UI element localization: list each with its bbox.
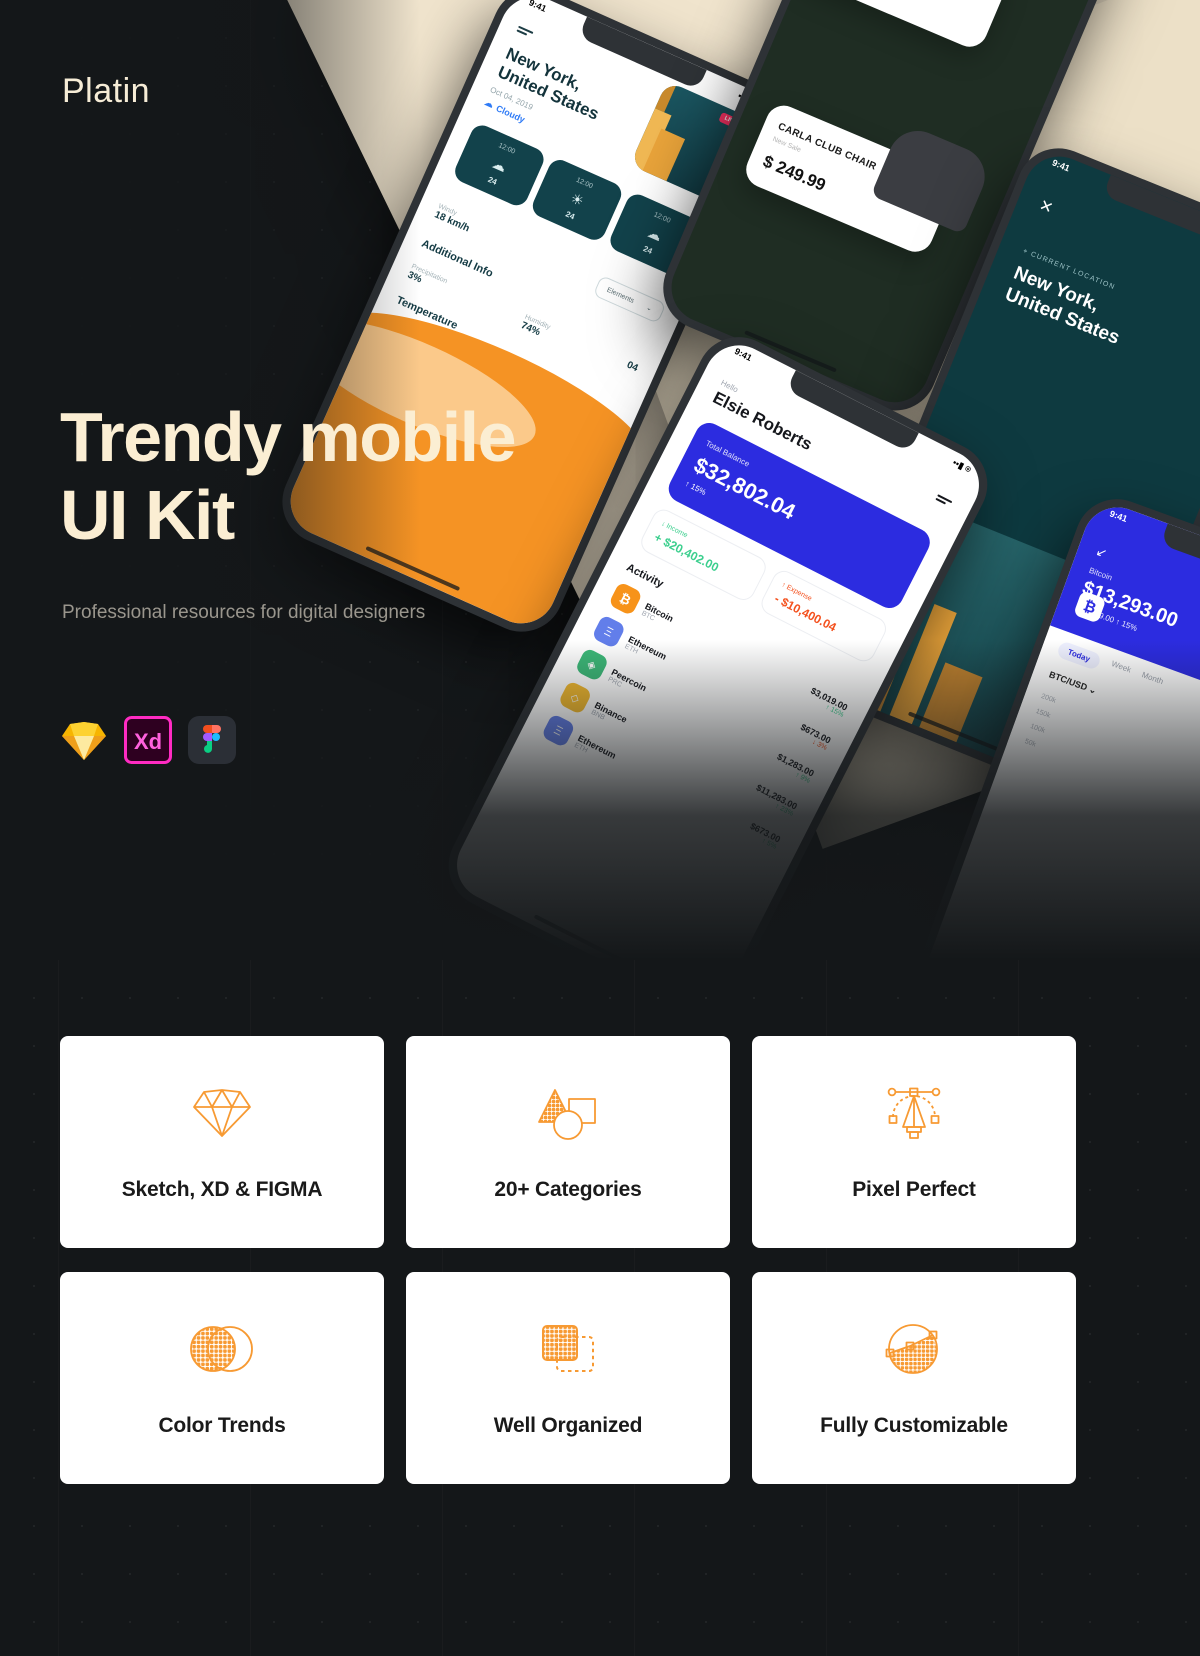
- location-title: New York, United States: [1002, 262, 1123, 349]
- feature-card-grid: Sketch, XD & FIGMA 20+ Categories Pixel …: [60, 1036, 1080, 1484]
- status-time: 9:41: [1050, 157, 1072, 174]
- figma-icon: [188, 716, 236, 764]
- feature-label: Fully Customizable: [820, 1414, 1008, 1437]
- tab-month[interactable]: Month: [1138, 670, 1165, 694]
- stacked-squares-icon: [537, 1318, 599, 1380]
- adobe-xd-icon: Xd: [124, 716, 172, 764]
- page-subtitle: Professional resources for digital desig…: [62, 602, 426, 623]
- feature-card-categories[interactable]: 20+ Categories: [406, 1036, 730, 1248]
- brand-logo: Platin: [62, 72, 151, 110]
- feature-label: Well Organized: [493, 1414, 643, 1437]
- svg-text:Xd: Xd: [134, 729, 162, 754]
- feature-label: Pixel Perfect: [852, 1178, 976, 1201]
- headline-line-1: Trendy mobile: [60, 398, 517, 476]
- feature-card-well-organized[interactable]: Well Organized: [406, 1272, 730, 1484]
- pen-tool-icon: [883, 1082, 945, 1144]
- hour-label: 04: [624, 359, 640, 375]
- feature-label: Color Trends: [158, 1414, 286, 1437]
- overlapping-circles-icon: [188, 1318, 256, 1380]
- tab-week[interactable]: Week: [1108, 659, 1132, 682]
- feature-card-pixel-perfect[interactable]: Pixel Perfect: [752, 1036, 1076, 1248]
- coin-icon: ◈: [574, 647, 610, 683]
- headline-line-2: UI Kit: [60, 476, 235, 555]
- coin-icon: Ξ: [540, 713, 576, 749]
- cloud-icon: ☁: [483, 97, 496, 110]
- coin-icon: ₿: [608, 581, 644, 617]
- chevron-down-icon: ⌄: [1087, 683, 1099, 696]
- circle-nodes-icon: [884, 1318, 944, 1380]
- feature-label: Sketch, XD & FIGMA: [121, 1178, 323, 1201]
- sketch-icon: [60, 716, 106, 762]
- home-indicator: [533, 914, 632, 960]
- tool-logos: Xd: [60, 716, 236, 764]
- forecast-card[interactable]: 12:00 ☁ 24: [451, 121, 548, 210]
- product-card[interactable]: CANYON VISTA LOUNGE CHAIR New Sale $ 245…: [795, 0, 1013, 53]
- page-title: Trendy mobile UI Kit: [60, 398, 517, 555]
- product-price: $ 245.99: [814, 0, 980, 32]
- pin-icon: ⌖: [1021, 247, 1030, 257]
- chevron-down-icon: ⌄: [644, 304, 654, 314]
- close-icon[interactable]: ✕: [1036, 195, 1056, 219]
- coin-icon: ◇: [557, 680, 593, 716]
- feature-card-color-trends[interactable]: Color Trends: [60, 1272, 384, 1484]
- diamond-icon: [191, 1082, 253, 1144]
- shapes-icon: [536, 1082, 600, 1144]
- feature-label: 20+ Categories: [494, 1178, 642, 1201]
- feature-card-fully-customizable[interactable]: Fully Customizable: [752, 1272, 1076, 1484]
- status-time: 9:41: [1108, 508, 1129, 525]
- feature-card-sketch-xd-figma[interactable]: Sketch, XD & FIGMA: [60, 1036, 384, 1248]
- chart-y-ticks: 200k 150k 100k 50k: [1023, 692, 1057, 749]
- tab-today[interactable]: Today: [1055, 640, 1103, 671]
- menu-icon[interactable]: [934, 489, 955, 509]
- coin-icon: Ξ: [591, 614, 627, 650]
- forecast-card[interactable]: 12:00 ☀ 24: [528, 156, 626, 244]
